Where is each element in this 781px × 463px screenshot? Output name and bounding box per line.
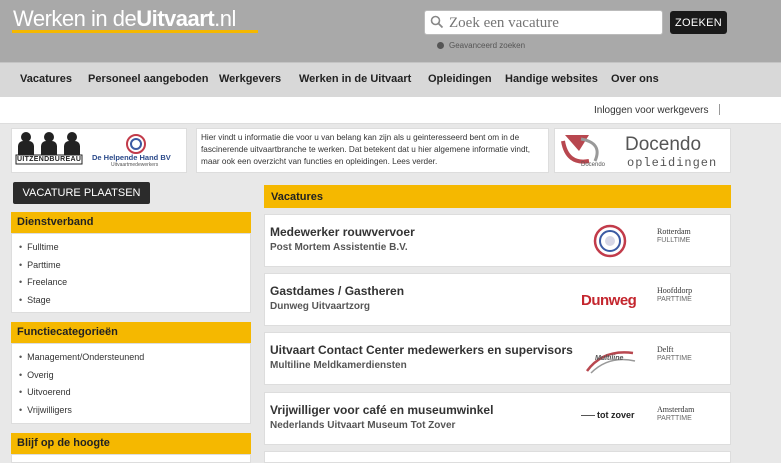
vacancy-title[interactable]: Vrijwilliger voor café en museumwinkel <box>270 403 493 417</box>
docendo-sub: opleidingen <box>627 156 718 170</box>
functiecategorieen-list: Management/Ondersteunend Overig Uitvoere… <box>11 343 251 424</box>
search-icon <box>430 15 444 29</box>
filter-overig[interactable]: Overig <box>19 370 54 380</box>
dunweg-logo-icon: Dunweg <box>575 280 645 320</box>
vacancy-type: PARTTIME <box>657 355 692 362</box>
post-vacancy-button[interactable]: VACATURE PLAATSEN <box>13 182 150 204</box>
main-nav: Vacatures Personeel aangeboden Werkgever… <box>0 62 781 97</box>
filter-vrijwilligers[interactable]: Vrijwilligers <box>19 405 72 415</box>
helpende-hand-name: De Helpende Hand BV <box>92 153 171 162</box>
uitzendbureau-label: UITZENDBUREAU <box>17 156 82 163</box>
multiline-logo-icon: Multiline <box>575 339 645 379</box>
banner-docendo[interactable]: Docendo Docendo opleidingen <box>554 128 731 173</box>
nav-item-personeel-aangeboden[interactable]: Personeel aangeboden <box>88 73 208 85</box>
vacancy-title[interactable]: Gastdames / Gastheren <box>270 284 404 298</box>
vacancy-card[interactable]: Uitvaart Contact Center medewerkers en s… <box>264 332 731 385</box>
filter-freelance[interactable]: Freelance <box>19 277 67 287</box>
logo-underline <box>12 30 258 33</box>
intro-text: Hier vindt u informatie die voor u van b… <box>196 128 549 173</box>
nav-item-vacatures[interactable]: Vacatures <box>20 73 72 85</box>
blijf-op-de-hoogte-header: Blijf op de hoogte <box>11 433 251 454</box>
logo-text-bold: Uitvaart <box>136 6 215 31</box>
vacancy-org: Dunweg Uitvaartzorg <box>270 301 371 312</box>
multiline-logo-text: Multiline <box>595 355 624 362</box>
helpende-hand-icon <box>126 134 146 154</box>
logo-text-light: Werken in de <box>13 6 137 31</box>
vacancy-org: Post Mortem Assistentie B.V. <box>270 242 408 253</box>
docendo-title: Docendo <box>625 134 702 155</box>
nav-item-handige-websites[interactable]: Handige websites <box>505 73 598 85</box>
tot-zover-logo-icon: tot zover <box>575 399 645 439</box>
post-mortem-logo-icon <box>593 224 627 258</box>
filter-uitvoerend[interactable]: Uitvoerend <box>19 387 71 397</box>
search-box <box>424 10 663 35</box>
vacancy-city: Delft <box>657 345 674 354</box>
logo-text-suffix: .nl <box>214 6 236 31</box>
vacancy-city: Rotterdam <box>657 227 691 236</box>
vacatures-header: Vacatures <box>264 185 731 208</box>
docendo-small-label: Docendo <box>581 162 606 168</box>
nav-item-werken-in-de-uitvaart[interactable]: Werken in de Uitvaart <box>299 73 411 85</box>
advanced-search-link[interactable]: Geavanceerd zoeken <box>437 41 525 50</box>
advanced-search-label: Geavanceerd zoeken <box>449 41 526 50</box>
search-input[interactable] <box>449 13 659 33</box>
vacancy-title[interactable]: Uitvaart Contact Center medewerkers en s… <box>270 343 573 357</box>
vacancy-type: PARTTIME <box>657 415 692 422</box>
nav-item-werkgevers[interactable]: Werkgevers <box>219 73 281 85</box>
filter-parttime[interactable]: Parttime <box>19 260 61 270</box>
nav-item-over-ons[interactable]: Over ons <box>611 73 659 85</box>
tot-zover-logo-text: tot zover <box>597 410 635 420</box>
vacancy-city: Amsterdam <box>657 405 695 414</box>
silhouettes-icon <box>15 132 83 165</box>
functiecategorieen-header: Functiecategorieën <box>11 322 251 343</box>
vacancy-city: Hoofddorp <box>657 286 693 295</box>
vacancy-type: PARTTIME <box>657 296 692 303</box>
site-logo[interactable]: Werken in deUitvaart.nl <box>13 6 236 32</box>
vacancy-org: Nederlands Uitvaart Museum Tot Zover <box>270 420 456 431</box>
vacancy-type: FULLTIME <box>657 237 691 244</box>
banner-helpende-hand[interactable]: UITZENDBUREAU De Helpende Hand BV Uitvaa… <box>11 128 187 173</box>
employer-login-link[interactable]: Inloggen voor werkgevers <box>594 105 709 116</box>
helpende-hand-sub: Uitvaartmedewerkers <box>111 162 159 168</box>
tot-zover-line <box>581 415 595 416</box>
dienstverband-header: Dienstverband <box>11 212 251 233</box>
blijf-op-de-hoogte-box <box>11 454 251 463</box>
vacancy-card[interactable]: Gastdames / Gastheren Dunweg Uitvaartzor… <box>264 273 731 326</box>
filter-fulltime[interactable]: Fulltime <box>19 242 59 252</box>
nav-item-opleidingen[interactable]: Opleidingen <box>428 73 492 85</box>
advanced-search-icon <box>437 42 444 49</box>
filter-management[interactable]: Management/Ondersteunend <box>19 352 144 362</box>
login-separator <box>719 104 720 115</box>
vacancy-card[interactable]: Vrijwilliger voor café en museumwinkel N… <box>264 392 731 445</box>
search-button[interactable]: ZOEKEN <box>670 11 727 34</box>
vacancy-card[interactable] <box>264 451 731 463</box>
filter-stage[interactable]: Stage <box>19 295 51 305</box>
vacancy-org: Multiline Meldkamerdiensten <box>270 360 407 371</box>
dienstverband-list: Fulltime Parttime Freelance Stage <box>11 233 251 313</box>
site-header: Werken in deUitvaart.nl ZOEKEN Geavancee… <box>0 0 781 62</box>
vacancy-title[interactable]: Medewerker rouwvervoer <box>270 225 415 239</box>
vacancy-card[interactable]: Medewerker rouwvervoer Post Mortem Assis… <box>264 214 731 267</box>
dunweg-logo-text: Dunweg <box>581 292 637 309</box>
login-bar: Inloggen voor werkgevers <box>0 97 781 124</box>
